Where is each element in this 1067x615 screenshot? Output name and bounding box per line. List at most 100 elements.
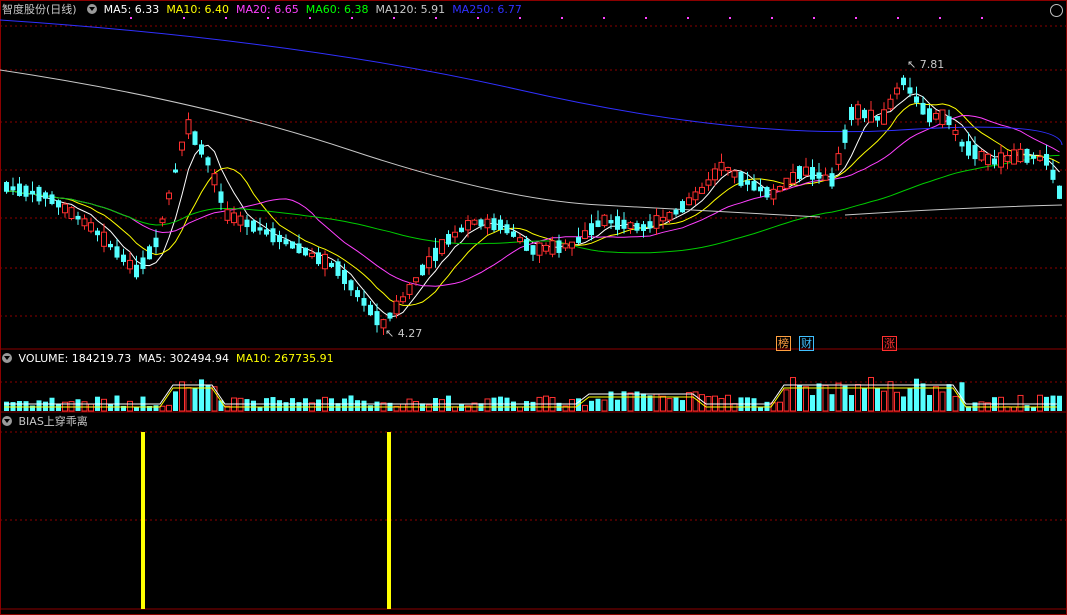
candle-down bbox=[296, 243, 302, 254]
volume-bar-down bbox=[173, 391, 178, 411]
candle-up bbox=[549, 240, 556, 255]
indicator-dropdown-icon[interactable] bbox=[2, 416, 12, 426]
volume-bar-down bbox=[4, 401, 9, 411]
volume-bar-down bbox=[615, 399, 620, 411]
event-tag-bang[interactable]: 榜 bbox=[776, 336, 791, 351]
candle-down bbox=[634, 223, 640, 231]
ma120-line-tail bbox=[844, 204, 1063, 216]
candle-down bbox=[140, 257, 146, 269]
volume-bar-up bbox=[803, 386, 809, 412]
stock-title[interactable]: 智度股份(日线) bbox=[2, 3, 77, 16]
volume-bar-down bbox=[446, 395, 451, 411]
volume-bar-up bbox=[426, 404, 432, 412]
candle-down bbox=[49, 194, 55, 204]
volume-legend-item-0: VOLUME: 184219.73 bbox=[18, 352, 132, 365]
candle-down bbox=[199, 144, 204, 155]
candle-up bbox=[88, 222, 94, 232]
volume-bar-up bbox=[406, 398, 413, 412]
volume-bar-down bbox=[199, 379, 204, 411]
volume-bar-up bbox=[881, 390, 887, 412]
volume-bar-down bbox=[153, 405, 159, 411]
candle-up bbox=[985, 153, 991, 166]
candle-down bbox=[270, 228, 276, 243]
dropdown-icon[interactable] bbox=[87, 4, 98, 14]
candle-up bbox=[237, 215, 244, 226]
high-price-value: 7.81 bbox=[919, 58, 945, 71]
volume-bar-up bbox=[666, 398, 673, 412]
candle-down bbox=[56, 200, 61, 208]
volume-bar-up bbox=[1017, 394, 1024, 412]
volume-bar-up bbox=[179, 381, 185, 412]
candle-up bbox=[406, 284, 413, 295]
chart-settings-icon[interactable] bbox=[1050, 4, 1063, 17]
candle-up bbox=[179, 141, 185, 151]
volume-bar-down bbox=[764, 401, 770, 411]
volume-bar-down bbox=[524, 401, 529, 411]
volume-bar-down bbox=[108, 404, 113, 411]
candle-down bbox=[433, 247, 438, 261]
chart-canvas[interactable] bbox=[0, 0, 1067, 615]
volume-bar-down bbox=[43, 401, 48, 411]
volume-bar-up bbox=[582, 404, 588, 412]
candle-down bbox=[927, 108, 932, 123]
candle-up bbox=[783, 177, 790, 189]
candle-down bbox=[914, 96, 919, 103]
volume-bar-up bbox=[777, 401, 783, 412]
high-price-label: ↖ 7.81 bbox=[907, 58, 945, 71]
candle-up bbox=[582, 230, 588, 239]
volume-dropdown-icon[interactable] bbox=[2, 353, 12, 363]
volume-bar-down bbox=[842, 385, 848, 411]
candle-down bbox=[621, 219, 627, 229]
candlesticks[interactable] bbox=[4, 75, 1062, 336]
volume-bar-down bbox=[316, 399, 321, 411]
candle-up bbox=[484, 218, 491, 229]
volume-bar-down bbox=[758, 406, 763, 411]
volume-bar-down bbox=[342, 398, 347, 411]
volume-bar-up bbox=[894, 391, 900, 412]
volume-bar-up bbox=[835, 382, 842, 412]
volume-bar-up bbox=[569, 399, 575, 412]
candle-down bbox=[17, 183, 22, 196]
candle-up bbox=[731, 170, 738, 178]
event-tag-cai[interactable]: 财 bbox=[799, 336, 814, 351]
bias-signal-bar bbox=[387, 432, 391, 609]
candle-down bbox=[264, 229, 269, 235]
volume-bar-down bbox=[348, 395, 354, 411]
volume-bar-up bbox=[101, 398, 107, 412]
volume-bar-up bbox=[81, 401, 88, 412]
event-tag-zhang[interactable]: 涨 bbox=[882, 336, 897, 351]
candle-up bbox=[666, 212, 673, 221]
indicator-title[interactable]: BIAS上穿乖离 bbox=[19, 415, 88, 428]
candle-up bbox=[322, 253, 328, 270]
candle-up bbox=[803, 166, 809, 176]
volume-bar-down bbox=[914, 378, 919, 411]
candle-up bbox=[569, 241, 575, 249]
volume-bar-up bbox=[517, 406, 523, 412]
candle-down bbox=[147, 246, 152, 260]
candle-down bbox=[901, 77, 906, 86]
volume-bar-up bbox=[978, 401, 985, 412]
candle-down bbox=[680, 201, 685, 213]
candle-down bbox=[342, 269, 347, 284]
volume-bar-down bbox=[264, 398, 269, 411]
candle-up bbox=[712, 168, 718, 181]
volume-bar-down bbox=[368, 405, 373, 411]
candle-down bbox=[576, 237, 581, 243]
volume-bar-up bbox=[783, 389, 790, 412]
volume-bar-down bbox=[810, 395, 815, 411]
volume-bars[interactable] bbox=[4, 377, 1062, 412]
candle-up bbox=[894, 87, 900, 95]
candle-down bbox=[862, 109, 867, 119]
volume-bar-up bbox=[1011, 406, 1017, 412]
candle-down bbox=[745, 180, 750, 185]
candle-down bbox=[114, 246, 120, 258]
volume-legend: VOLUME: 184219.73 MA5: 302494.94 MA10: 267… bbox=[19, 352, 341, 365]
volume-bar-up bbox=[660, 395, 666, 412]
volume-bar-up bbox=[185, 387, 192, 412]
candle-down bbox=[30, 190, 35, 195]
candle-down bbox=[348, 280, 354, 291]
candle-down bbox=[842, 129, 848, 143]
volume-bar-down bbox=[1024, 405, 1030, 411]
candle-down bbox=[192, 131, 198, 145]
candle-down bbox=[907, 87, 913, 94]
